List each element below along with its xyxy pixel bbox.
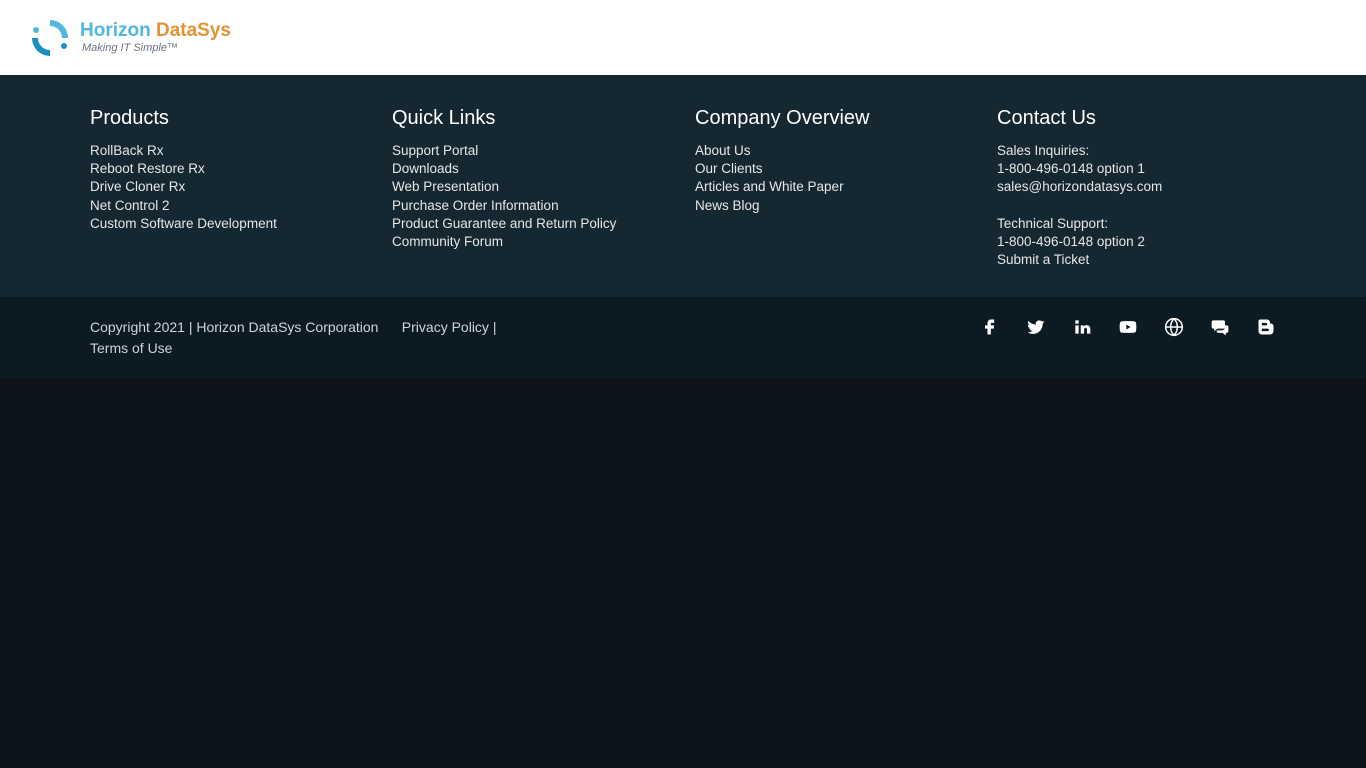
footer-heading-quicklinks: Quick Links [392, 107, 695, 130]
terms-link[interactable]: Terms of Use [90, 340, 172, 356]
youtube-icon[interactable] [1118, 317, 1138, 337]
logo-icon [28, 16, 72, 60]
footer-col-contact: Contact Us Sales Inquiries: 1-800-496-01… [997, 107, 1277, 269]
list-item[interactable]: Purchase Order Information [392, 197, 695, 215]
list-item[interactable]: Our Clients [695, 160, 997, 178]
list-item[interactable]: Custom Software Development [90, 215, 392, 233]
privacy-link[interactable]: Privacy Policy [402, 319, 489, 335]
list-item[interactable]: Articles and White Paper [695, 178, 997, 196]
list-item[interactable]: Support Portal [392, 142, 695, 160]
products-list: RollBack Rx Reboot Restore Rx Drive Clon… [90, 142, 392, 233]
submit-ticket-link[interactable]: Submit a Ticket [997, 251, 1277, 269]
footer-heading-contact: Contact Us [997, 107, 1277, 130]
facebook-icon[interactable] [980, 317, 1000, 337]
footer-heading-products: Products [90, 107, 392, 130]
footer-heading-company: Company Overview [695, 107, 997, 130]
social-icons [980, 317, 1276, 337]
sales-phone[interactable]: 1-800-496-0148 option 1 [997, 160, 1277, 178]
footer: Products RollBack Rx Reboot Restore Rx D… [0, 75, 1366, 297]
list-item[interactable]: News Blog [695, 197, 997, 215]
support-phone[interactable]: 1-800-496-0148 option 2 [997, 233, 1277, 251]
company-list: About Us Our Clients Articles and White … [695, 142, 997, 215]
footer-col-products: Products RollBack Rx Reboot Restore Rx D… [90, 107, 392, 269]
blog-icon[interactable] [1256, 317, 1276, 337]
globe-icon[interactable] [1164, 317, 1184, 337]
logo-name-part2: DataSys [156, 20, 231, 41]
site-header: Horizon DataSys Making IT Simple™ [0, 0, 1366, 75]
list-item[interactable]: Net Control 2 [90, 197, 392, 215]
footer-col-quicklinks: Quick Links Support Portal Downloads Web… [392, 107, 695, 269]
footer-col-company: Company Overview About Us Our Clients Ar… [695, 107, 997, 269]
chat-icon[interactable] [1210, 317, 1230, 337]
list-item[interactable]: Product Guarantee and Return Policy [392, 215, 695, 233]
sales-email[interactable]: sales@horizondatasys.com [997, 178, 1277, 196]
sep: | [489, 319, 497, 335]
logo-text: Horizon DataSys Making IT Simple™ [80, 21, 231, 54]
twitter-icon[interactable] [1026, 317, 1046, 337]
list-item[interactable]: RollBack Rx [90, 142, 392, 160]
logo-name-part1: Horizon [80, 20, 156, 41]
list-item[interactable]: Web Presentation [392, 178, 695, 196]
bottom-bar: Copyright 2021 | Horizon DataSys Corpora… [0, 297, 1366, 378]
copyright: Copyright 2021 | Horizon DataSys Corpora… [90, 317, 496, 358]
list-item[interactable]: Downloads [392, 160, 695, 178]
linkedin-icon[interactable] [1072, 317, 1092, 337]
list-item[interactable]: Community Forum [392, 233, 695, 251]
list-item[interactable]: Reboot Restore Rx [90, 160, 392, 178]
list-item[interactable]: About Us [695, 142, 997, 160]
quicklinks-list: Support Portal Downloads Web Presentatio… [392, 142, 695, 251]
logo-tagline: Making IT Simple™ [82, 42, 231, 54]
logo[interactable]: Horizon DataSys Making IT Simple™ [28, 16, 231, 60]
copyright-text: Copyright 2021 | Horizon DataSys Corpora… [90, 319, 378, 335]
support-label: Technical Support: [997, 215, 1277, 233]
list-item[interactable]: Drive Cloner Rx [90, 178, 392, 196]
sales-label: Sales Inquiries: [997, 142, 1277, 160]
